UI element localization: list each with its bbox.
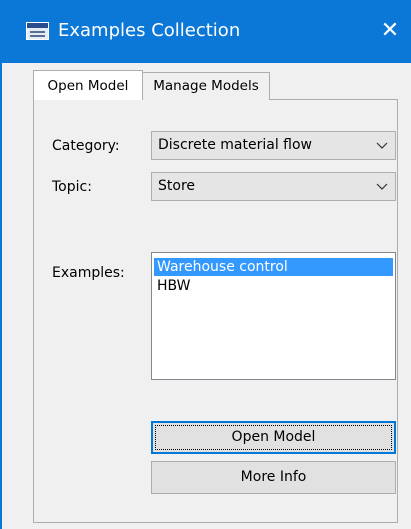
category-select-value: Discrete material flow	[158, 137, 312, 153]
list-item[interactable]: Warehouse control	[154, 258, 393, 276]
focus-rectangle	[155, 425, 392, 450]
window-title: Examples Collection	[58, 20, 241, 41]
app-icon	[26, 22, 49, 40]
category-label: Category:	[52, 138, 120, 154]
chevron-down-icon	[376, 142, 388, 149]
window-border	[0, 63, 2, 529]
tab-open-model[interactable]: Open Model	[33, 70, 143, 100]
more-info-button[interactable]: More Info	[151, 461, 396, 494]
more-info-button-label: More Info	[240, 469, 307, 485]
examples-collection-window: Examples Collection ✕ Open Model Manage …	[0, 0, 411, 529]
topic-select[interactable]: Store	[151, 172, 396, 201]
category-select[interactable]: Discrete material flow	[151, 131, 396, 160]
chevron-down-icon	[376, 183, 388, 190]
title-bar[interactable]: Examples Collection ✕	[0, 0, 411, 63]
examples-listbox[interactable]: Warehouse control HBW	[151, 252, 396, 380]
list-item[interactable]: HBW	[154, 277, 393, 295]
topic-label: Topic:	[52, 179, 92, 195]
tab-manage-models[interactable]: Manage Models	[142, 72, 270, 100]
close-icon[interactable]: ✕	[378, 18, 402, 44]
topic-select-value: Store	[158, 178, 196, 194]
examples-label: Examples:	[52, 265, 125, 281]
open-model-button[interactable]: Open Model	[151, 421, 396, 454]
